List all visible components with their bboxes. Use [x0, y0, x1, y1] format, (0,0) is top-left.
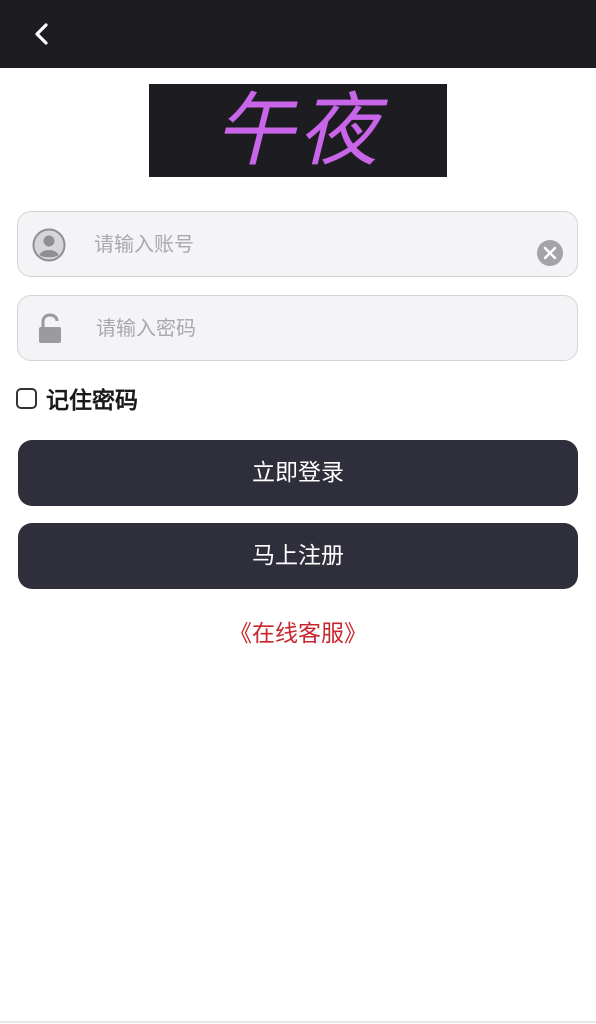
register-button[interactable]: 马上注册: [18, 523, 578, 589]
login-page: 午夜 记住密码 立即登录 马上注册 《在线客服》: [0, 0, 596, 1024]
bottom-divider: [0, 1021, 596, 1023]
password-input[interactable]: [96, 296, 556, 360]
remember-label: 记住密码: [46, 388, 138, 414]
online-service-link[interactable]: 《在线客服》: [0, 614, 596, 648]
top-navigation-bar: [0, 0, 596, 68]
account-field: [17, 211, 578, 277]
remember-password[interactable]: 记住密码: [16, 384, 138, 414]
login-button[interactable]: 立即登录: [18, 440, 578, 506]
password-field: [17, 295, 578, 361]
logo-text: 午夜: [214, 84, 382, 177]
clear-icon[interactable]: [536, 239, 564, 267]
back-button[interactable]: [22, 14, 62, 54]
account-input[interactable]: [94, 212, 534, 276]
logo-banner: 午夜: [149, 84, 447, 177]
user-circle-icon: [32, 228, 66, 262]
lock-open-icon: [39, 313, 61, 343]
remember-checkbox[interactable]: [16, 387, 37, 409]
chevron-left-icon: [35, 23, 48, 45]
